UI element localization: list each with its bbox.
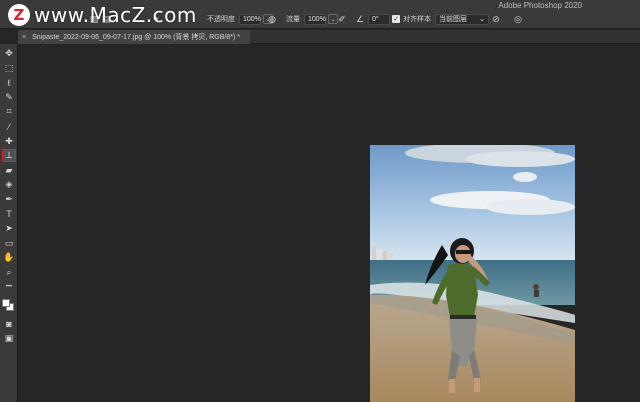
quick-select-tool[interactable]: ✎ <box>2 91 16 104</box>
crop-tool[interactable]: ⌗ <box>2 105 16 118</box>
pen-icon: ✒ <box>5 194 13 204</box>
tools-panel: ✥ ⬚ ℓ ✎ ⌗ ⁄ ✚ ⊥ ▰ ◈ ✒ T ➤ ▭ ✋ ⌕ ••• ◙ ▣ <box>0 44 18 402</box>
spot-healing-tool[interactable]: ✚ <box>2 135 16 148</box>
move-tool[interactable]: ✥ <box>2 47 16 60</box>
aligned-label: 对齐 <box>403 16 417 23</box>
watermark-logo: Z <box>8 4 30 26</box>
pressure-opacity-toggle[interactable]: ◍ <box>266 13 278 25</box>
type-tool[interactable]: T <box>2 208 16 221</box>
watermark-text: www.MacZ.com <box>34 3 197 27</box>
move-icon: ✥ <box>5 48 13 58</box>
ignore-adjustment-icon[interactable]: ⊘ <box>490 13 502 25</box>
zoom-tool[interactable]: ⌕ <box>2 266 16 279</box>
zoom-icon: ⌕ <box>6 267 12 277</box>
stamp-icon: ⊥ <box>5 150 13 161</box>
document-image[interactable] <box>370 145 575 402</box>
more-tools[interactable]: ••• <box>2 281 16 294</box>
document-tab[interactable]: × Snipaste_2022-09-06_09-07-17.jpg @ 100… <box>18 30 250 44</box>
path-select-tool[interactable]: ➤ <box>2 222 16 235</box>
opacity-label: 不透明度 <box>207 16 235 23</box>
airbrush-toggle[interactable]: ✐ <box>336 13 348 25</box>
flow-label: 流量 <box>286 16 300 23</box>
ignore-adjustment-toggle[interactable]: ⊘ <box>490 13 502 25</box>
screen-mode-icon: ▣ <box>4 333 14 344</box>
paint-bucket-tool[interactable]: ◈ <box>2 178 16 191</box>
angle-control: ∠ 0° <box>354 13 390 25</box>
marquee-tool[interactable]: ⬚ <box>2 62 16 75</box>
lasso-tool[interactable]: ℓ <box>2 76 16 89</box>
quick-select-icon: ✎ <box>5 91 13 102</box>
opacity-control: 不透明度 100% ⌄ <box>207 13 273 25</box>
ellipsis-icon: ••• <box>5 284 13 291</box>
eyedropper-tool[interactable]: ⁄ <box>2 120 16 133</box>
document-tab-title: Snipaste_2022-09-06_09-07-17.jpg @ 100% … <box>32 34 240 41</box>
pressure-icon[interactable]: ◍ <box>266 13 278 25</box>
pen-tool[interactable]: ✒ <box>2 193 16 206</box>
screen-mode-button[interactable]: ▣ <box>2 332 16 345</box>
quick-mask-icon: ◙ <box>6 318 12 329</box>
document-tab-bar: × Snipaste_2022-09-06_09-07-17.jpg @ 100… <box>18 30 640 44</box>
sample-label: 样本 <box>417 16 431 23</box>
pressure-size-icon[interactable]: ◎ <box>512 13 524 25</box>
bandage-icon: ✚ <box>5 135 13 146</box>
angle-input[interactable]: 0° <box>368 13 390 25</box>
angle-icon: ∠ <box>355 13 365 24</box>
photoshop-window: Z www.MacZ.com Adobe Photoshop 2020 ▨ ▤ … <box>0 0 640 402</box>
options-bar: Z www.MacZ.com Adobe Photoshop 2020 ▨ ▤ … <box>0 0 640 29</box>
flow-control: 流量 100% ⌄ <box>286 13 338 25</box>
watermark: Z www.MacZ.com <box>8 3 197 27</box>
beach-photo <box>370 145 575 402</box>
hand-tool[interactable]: ✋ <box>2 251 16 264</box>
eyedropper-icon: ⁄ <box>8 121 10 132</box>
app-title: Adobe Photoshop 2020 <box>498 1 582 10</box>
close-tab-icon[interactable]: × <box>22 34 26 41</box>
flow-input[interactable]: 100% <box>304 13 326 25</box>
opacity-input[interactable]: 100% <box>239 13 261 25</box>
eraser-icon: ▰ <box>5 164 13 175</box>
rectangle-icon: ▭ <box>4 237 14 248</box>
airbrush-icon[interactable]: ✐ <box>336 13 348 25</box>
canvas-workspace[interactable] <box>19 45 640 402</box>
aligned-checkbox[interactable]: ✓ <box>392 15 400 23</box>
rectangle-tool[interactable]: ▭ <box>2 237 16 250</box>
pressure-size-toggle[interactable]: ◎ <box>512 13 524 25</box>
marquee-icon: ⬚ <box>4 62 14 73</box>
foreground-color-swatch[interactable] <box>2 299 10 308</box>
hand-icon: ✋ <box>3 252 15 263</box>
crop-icon: ⌗ <box>6 106 12 117</box>
sample-select[interactable]: 当前图层 ⌄ <box>435 13 489 25</box>
type-icon: T <box>6 209 12 220</box>
clone-stamp-tool[interactable]: ⊥ <box>2 149 16 163</box>
sample-chevron-icon: ⌄ <box>479 16 485 23</box>
eraser-tool[interactable]: ▰ <box>2 164 16 177</box>
arrow-icon: ➤ <box>5 223 13 234</box>
sample-select-value: 当前图层 <box>439 16 467 23</box>
aligned-option[interactable]: ✓ 对齐 <box>392 13 417 25</box>
lasso-icon: ℓ <box>7 77 11 88</box>
bucket-icon: ◈ <box>5 179 13 190</box>
sample-control: 样本 当前图层 ⌄ <box>417 13 489 25</box>
quick-mask-button[interactable]: ◙ <box>2 317 16 330</box>
